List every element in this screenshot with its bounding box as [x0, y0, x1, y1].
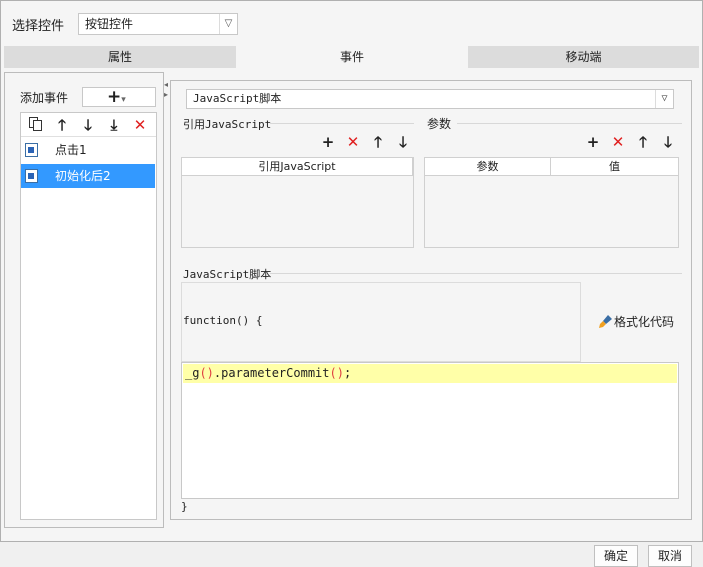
closing-brace: }: [181, 500, 188, 513]
brush-icon: [598, 313, 614, 332]
delete-param-icon[interactable]: ✕: [609, 133, 627, 151]
divider: [270, 273, 682, 274]
code-token: ;: [343, 366, 352, 380]
add-param-icon[interactable]: +: [584, 133, 602, 151]
add-event-button[interactable]: +▾: [82, 87, 156, 107]
plus-icon: +: [107, 87, 122, 107]
control-select-value: 按钮控件: [85, 17, 134, 31]
param-table[interactable]: 参数 值: [424, 157, 679, 248]
delete-icon[interactable]: ✕: [131, 116, 149, 134]
param-value-column-header: 值: [551, 158, 678, 176]
tab-properties[interactable]: 属性: [4, 46, 236, 68]
script-type-value: JavaScript脚本: [193, 92, 282, 105]
event-icon: [25, 169, 38, 183]
splitter-handle[interactable]: ◂ ▸: [164, 80, 169, 100]
ref-up-icon[interactable]: 🡑: [369, 133, 387, 151]
event-icon: [25, 143, 38, 157]
event-list-box: 🡑 🡓 ⤓ ✕ 点击1 初始化后2: [20, 112, 157, 520]
chevron-down-icon[interactable]: ▽: [655, 90, 673, 108]
copy-icon[interactable]: [27, 116, 45, 134]
move-bottom-icon[interactable]: ⤓: [105, 116, 123, 134]
add-ref-icon[interactable]: +: [319, 133, 337, 151]
select-control-label: 选择控件: [12, 19, 65, 34]
divider: [457, 123, 682, 124]
format-code-button[interactable]: 格式化代码: [598, 313, 674, 332]
tab-mobile[interactable]: 移动端: [468, 46, 699, 68]
arrow-up-icon[interactable]: 🡑: [53, 116, 71, 134]
param-up-icon[interactable]: 🡑: [634, 133, 652, 151]
event-item-label: 点击1: [55, 143, 87, 157]
param-down-icon[interactable]: 🡓: [659, 133, 677, 151]
event-list-toolbar: 🡑 🡓 ⤓ ✕: [21, 113, 156, 137]
tab-bar: 属性 事件 移动端: [4, 46, 699, 68]
script-title: JavaScript脚本: [183, 268, 272, 281]
script-type-select[interactable]: JavaScript脚本 ▽: [186, 89, 674, 109]
dropdown-arrow-icon: ▾: [121, 95, 126, 105]
code-line-current: _g().parameterCommit();: [183, 364, 677, 383]
event-item[interactable]: 点击1: [21, 138, 155, 162]
divider: [270, 123, 414, 124]
param-title: 参数: [427, 117, 452, 131]
function-header: function() {: [183, 314, 263, 327]
ref-js-column-header: 引用JavaScript: [182, 158, 413, 176]
ref-js-table[interactable]: 引用JavaScript: [181, 157, 414, 248]
ref-down-icon[interactable]: 🡓: [394, 133, 412, 151]
format-code-label: 格式化代码: [614, 315, 675, 329]
event-item-label: 初始化后2: [55, 169, 111, 183]
code-editor[interactable]: _g().parameterCommit();: [181, 362, 679, 499]
ref-js-title: 引用JavaScript: [183, 118, 272, 131]
chevron-down-icon[interactable]: ▽: [219, 14, 237, 34]
event-item-selected[interactable]: 初始化后2: [21, 164, 155, 188]
code-token: _g: [185, 366, 200, 380]
delete-ref-icon[interactable]: ✕: [344, 133, 362, 151]
param-name-column-header: 参数: [425, 158, 551, 176]
add-event-label: 添加事件: [20, 91, 69, 105]
code-token: (): [199, 366, 214, 380]
control-select[interactable]: 按钮控件 ▽: [78, 13, 238, 35]
code-token: (): [329, 366, 344, 380]
tab-events[interactable]: 事件: [236, 46, 468, 68]
code-token: .parameterCommit: [213, 366, 330, 380]
arrow-down-icon[interactable]: 🡓: [79, 116, 97, 134]
